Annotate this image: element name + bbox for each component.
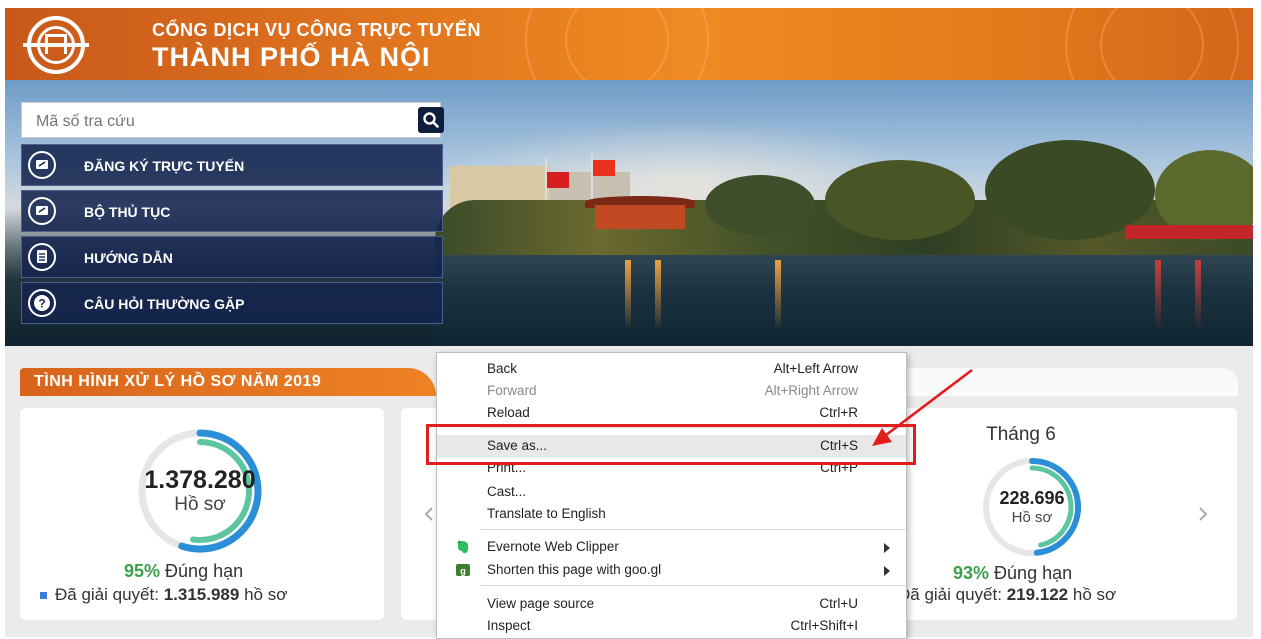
menu-separator [481, 529, 906, 530]
svg-text:?: ? [38, 297, 45, 311]
year-ontime-label: Đúng hạn [165, 561, 244, 581]
hanoi-emblem-icon[interactable] [23, 16, 119, 74]
month-ontime-label: Đúng hạn [994, 563, 1073, 583]
menu-item-translate[interactable]: Translate to English [437, 503, 906, 525]
year-ontime-pct: 95% [124, 561, 161, 581]
search-input[interactable] [34, 110, 388, 134]
menu-separator [481, 585, 906, 586]
stats-tab-label: TÌNH HÌNH XỬ LÝ HỒ SƠ NĂM 2019 [34, 373, 322, 390]
year-unit: Hồ sơ [174, 494, 226, 515]
year-stats-card: 1.378.280 Hồ sơ 95% Đúng hạn Đã giải quy… [20, 408, 384, 620]
stats-tab-title[interactable]: TÌNH HÌNH XỬ LÝ HỒ SƠ NĂM 2019 [20, 368, 436, 396]
menu-item-faq[interactable]: ? CÂU HỎI THƯỜNG GẶP [21, 282, 443, 324]
carousel-next-button[interactable] [1197, 506, 1209, 527]
submenu-arrow-icon [884, 566, 890, 576]
month-solved-prefix: Đã giải quyết: [898, 585, 1002, 604]
annotation-arrow-icon [872, 368, 973, 446]
year-ontime: 95% Đúng hạn [124, 561, 243, 582]
menu-item-reload[interactable]: Reload Ctrl+R [437, 402, 906, 424]
svg-text:g: g [460, 566, 466, 576]
site-title-line1: CỔNG DỊCH VỤ CÔNG TRỰC TUYẾN [152, 20, 481, 40]
month-solved: Đã giải quyết: 219.122 hồ sơ [883, 585, 1116, 605]
menu-item-label: Translate to English [487, 506, 606, 521]
menu-item-view-source[interactable]: View page source Ctrl+U [437, 593, 906, 615]
month-unit: Hồ sơ [1011, 509, 1053, 526]
menu-item-shortcut: Ctrl+U [819, 596, 858, 611]
menu-item-shortcut: Alt+Left Arrow [773, 361, 858, 376]
menu-item-label: HƯỚNG DẪN [84, 250, 173, 266]
submenu-arrow-icon [884, 543, 890, 553]
annotation-highlight-box [426, 424, 916, 465]
browser-context-menu: Back Alt+Left Arrow Forward Alt+Right Ar… [436, 352, 907, 639]
carousel-prev-button[interactable] [423, 506, 435, 527]
year-solved-value: 1.315.989 [163, 585, 240, 604]
menu-item-label: Shorten this page with goo.gl [487, 562, 662, 577]
bullet-icon [40, 592, 47, 600]
menu-item-back[interactable]: Back Alt+Left Arrow [437, 358, 906, 380]
menu-item-label: BỘ THỦ TỤC [84, 204, 171, 220]
menu-item-label: Inspect [487, 618, 531, 633]
chevron-right-icon [1199, 507, 1208, 521]
menu-item-forward[interactable]: Forward Alt+Right Arrow [437, 380, 906, 402]
menu-item-procedures[interactable]: BỘ THỦ TỤC [21, 190, 443, 232]
month-ontime-pct: 93% [953, 563, 990, 583]
menu-item-cast[interactable]: Cast... [437, 481, 906, 503]
year-solved: Đã giải quyết: 1.315.989 hồ sơ [40, 585, 287, 605]
menu-item-guide[interactable]: HƯỚNG DẪN [21, 236, 443, 278]
month-total: 228.696 [999, 488, 1065, 508]
menu-item-label: Cast... [487, 484, 527, 499]
year-total: 1.378.280 [144, 466, 256, 494]
search-box [21, 102, 444, 138]
question-icon: ? [28, 289, 56, 317]
site-title-line2: THÀNH PHỐ HÀ NỘI [152, 42, 431, 72]
year-solved-suffix: hồ sơ [244, 585, 288, 604]
search-icon [423, 112, 439, 128]
evernote-icon [457, 540, 469, 554]
menu-item-inspect[interactable]: Inspect Ctrl+Shift+I [437, 615, 906, 637]
edit-icon [28, 197, 56, 225]
guide-icon [28, 243, 56, 271]
menu-item-label: Forward [487, 383, 537, 398]
menu-item-label: ĐĂNG KÝ TRỰC TUYẾN [84, 158, 245, 174]
month-solved-value: 219.122 [1006, 585, 1069, 604]
googl-icon: g [456, 564, 470, 576]
menu-item-label: View page source [487, 596, 595, 611]
menu-item-register-online[interactable]: ĐĂNG KÝ TRỰC TUYẾN [21, 144, 443, 186]
menu-item-label: Back [487, 361, 518, 376]
menu-item-label: Reload [487, 405, 530, 420]
menu-item-shortcut: Alt+Right Arrow [764, 383, 858, 398]
chevron-left-icon [424, 507, 433, 521]
menu-item-shortcut: Ctrl+R [819, 405, 858, 420]
site-header: CỔNG DỊCH VỤ CÔNG TRỰC TUYẾN THÀNH PHỐ H… [5, 8, 1253, 80]
search-button[interactable] [418, 107, 444, 133]
month-ontime: 93% Đúng hạn [953, 563, 1072, 584]
year-solved-prefix: Đã giải quyết: [55, 585, 159, 604]
menu-item-shortcut: Ctrl+Shift+I [790, 618, 858, 633]
menu-item-evernote[interactable]: Evernote Web Clipper [437, 536, 906, 558]
menu-item-shorten-googl[interactable]: g Shorten this page with goo.gl [437, 559, 906, 581]
menu-item-label: CÂU HỎI THƯỜNG GẶP [84, 296, 245, 312]
month-solved-suffix: hồ sơ [1072, 585, 1117, 604]
edit-icon [28, 151, 56, 179]
menu-item-label: Evernote Web Clipper [487, 539, 619, 554]
